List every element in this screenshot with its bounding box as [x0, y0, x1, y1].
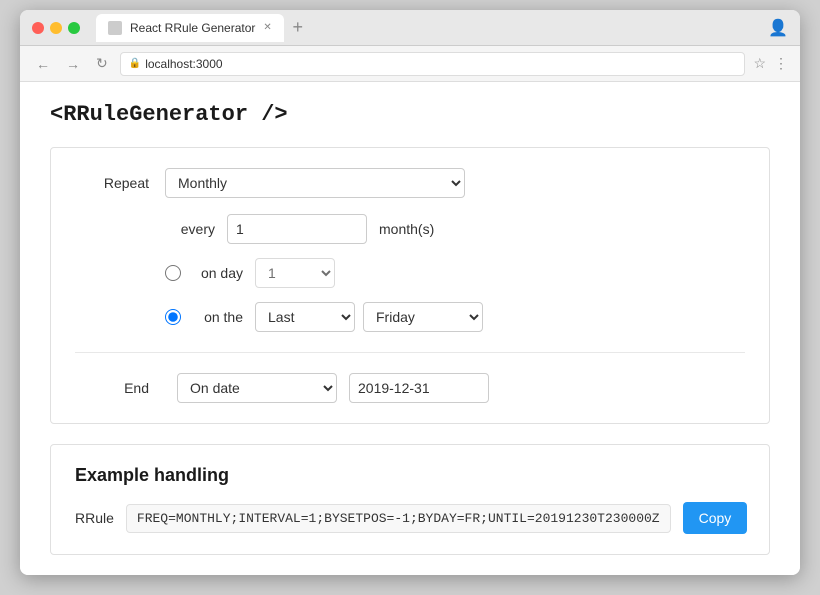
radio-on-day[interactable] [165, 265, 181, 281]
on-day-select[interactable]: 1 [255, 258, 335, 288]
repeat-select[interactable]: Daily Weekly Monthly Yearly [165, 168, 465, 198]
toolbar: ← → ↻ 🔒 localhost:3000 ☆ ⋮ [20, 46, 800, 82]
browser-window: React RRule Generator ✕ + 👤 ← → ↻ 🔒 loca… [20, 10, 800, 575]
form-divider [75, 352, 745, 353]
repeat-label: Repeat [75, 175, 165, 191]
end-select[interactable]: Never On date After [177, 373, 337, 403]
copy-button[interactable]: Copy [683, 502, 748, 534]
on-day-label: on day [193, 265, 243, 281]
tab-area: React RRule Generator ✕ + [96, 14, 760, 42]
toolbar-icons: ☆ ⋮ [753, 55, 788, 72]
sub-rows: every month(s) on day 1 on the [165, 214, 745, 332]
repeat-row: Repeat Daily Weekly Monthly Yearly [75, 168, 745, 198]
new-tab-button[interactable]: + [284, 14, 312, 42]
lock-icon: 🔒 [129, 58, 141, 69]
on-the-row: on the First Second Third Fourth Last Mo… [165, 302, 745, 332]
on-the-selects: First Second Third Fourth Last Monday Tu… [255, 302, 483, 332]
tab-label: React RRule Generator [130, 21, 255, 35]
example-title: Example handling [75, 465, 745, 486]
url-bar[interactable]: 🔒 localhost:3000 [120, 52, 746, 76]
radio-on-the[interactable] [165, 309, 181, 325]
url-text: localhost:3000 [145, 57, 222, 71]
every-label: every [165, 221, 215, 237]
back-button[interactable]: ← [32, 54, 54, 74]
refresh-button[interactable]: ↻ [92, 53, 112, 74]
end-label: End [75, 380, 165, 396]
user-icon: 👤 [768, 18, 788, 38]
on-day-row: on day 1 [165, 258, 745, 288]
minimize-button[interactable] [50, 22, 62, 34]
traffic-lights [32, 22, 80, 34]
title-bar: React RRule Generator ✕ + 👤 [20, 10, 800, 46]
rrule-row: RRule FREQ=MONTHLY;INTERVAL=1;BYSETPOS=-… [75, 502, 745, 534]
rrule-value: FREQ=MONTHLY;INTERVAL=1;BYSETPOS=-1;BYDA… [126, 504, 671, 533]
on-the-position-select[interactable]: First Second Third Fourth Last [255, 302, 355, 332]
example-card: Example handling RRule FREQ=MONTHLY;INTE… [50, 444, 770, 555]
browser-tab[interactable]: React RRule Generator ✕ [96, 14, 284, 42]
end-date-input[interactable] [349, 373, 489, 403]
forward-button[interactable]: → [62, 54, 84, 74]
close-button[interactable] [32, 22, 44, 34]
on-the-day-select[interactable]: Monday Tuesday Wednesday Thursday Friday… [363, 302, 483, 332]
on-the-label: on the [193, 309, 243, 325]
every-unit: month(s) [379, 221, 434, 237]
every-input[interactable] [227, 214, 367, 244]
page-content: <RRuleGenerator /> Repeat Daily Weekly M… [20, 82, 800, 575]
form-card: Repeat Daily Weekly Monthly Yearly every… [50, 147, 770, 424]
star-icon[interactable]: ☆ [753, 55, 766, 72]
menu-icon[interactable]: ⋮ [774, 55, 788, 72]
tab-favicon [108, 21, 122, 35]
every-row: every month(s) [165, 214, 745, 244]
page-title: <RRuleGenerator /> [50, 102, 770, 127]
tab-close-icon[interactable]: ✕ [263, 22, 271, 33]
rrule-label: RRule [75, 510, 114, 526]
maximize-button[interactable] [68, 22, 80, 34]
end-row: End Never On date After [75, 373, 745, 403]
